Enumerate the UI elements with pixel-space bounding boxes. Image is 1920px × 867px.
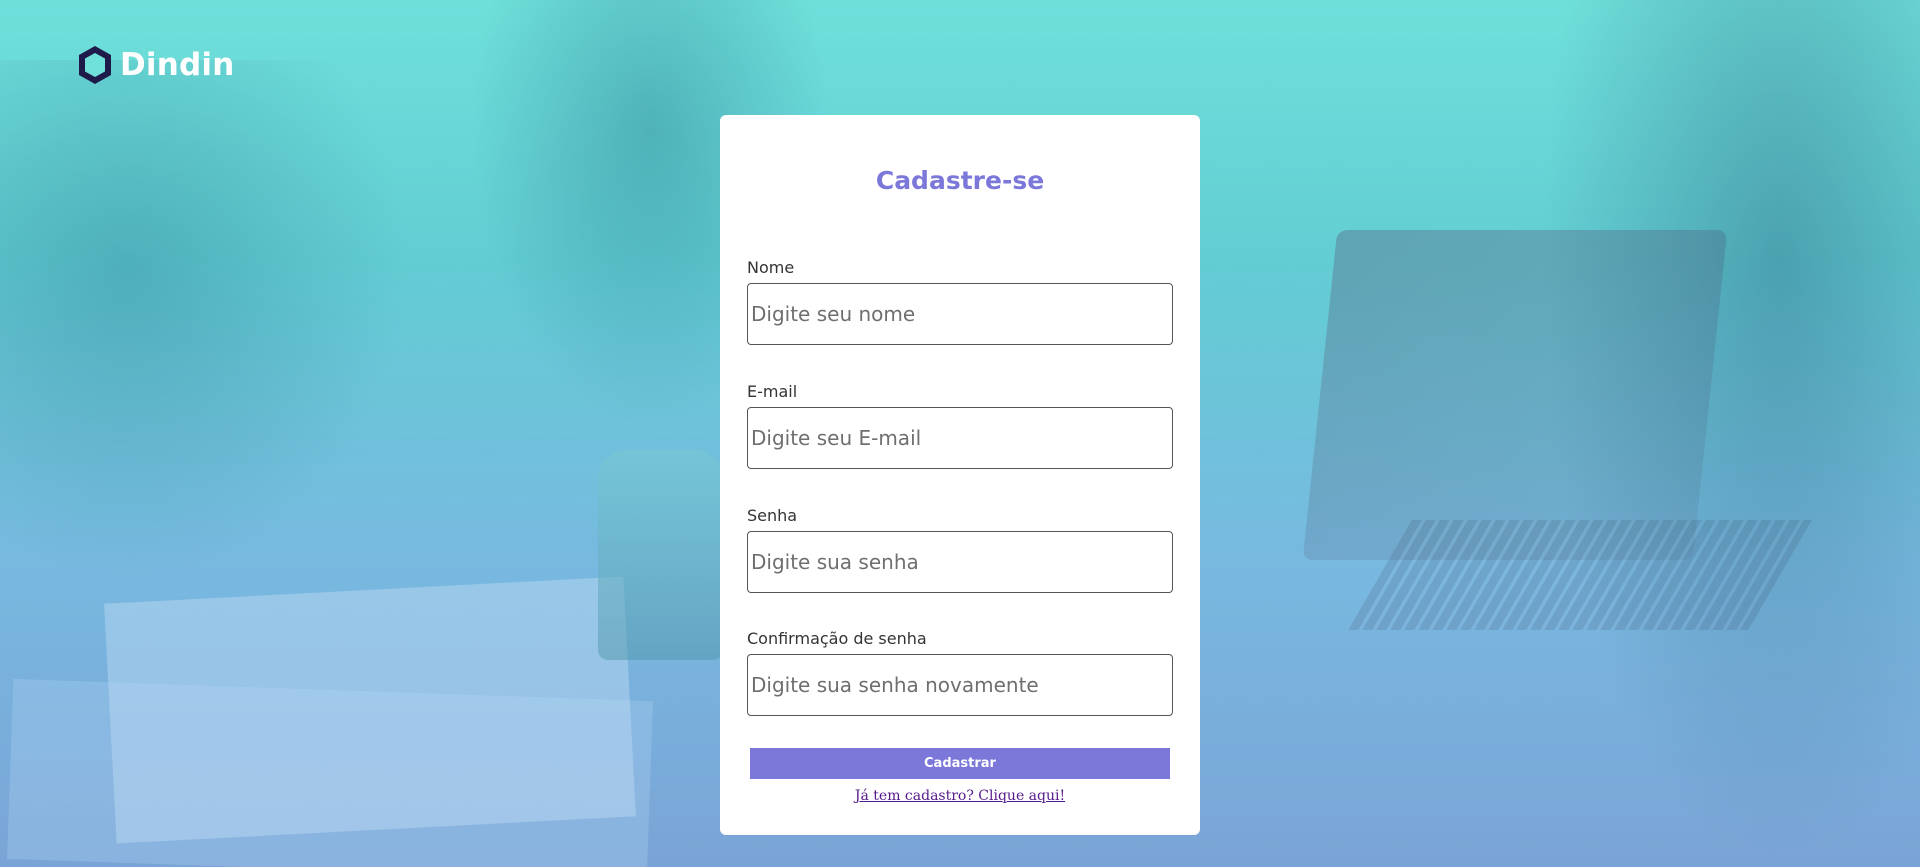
hexagon-logo-icon	[79, 46, 111, 84]
login-link[interactable]: Já tem cadastro? Clique aqui!	[855, 788, 1065, 804]
password-confirmation-field-group: Confirmação de senha	[747, 629, 1173, 716]
password-label: Senha	[747, 506, 798, 525]
email-label: E-mail	[747, 382, 798, 401]
signup-submit-button[interactable]: Cadastrar	[750, 748, 1170, 779]
page-title: Cadastre-se	[875, 166, 1045, 195]
email-field-group: E-mail	[747, 382, 1173, 469]
background-photo-laptop	[1302, 230, 1728, 560]
background-photo-keyboard	[1348, 520, 1812, 630]
password-input[interactable]	[747, 531, 1173, 593]
email-input[interactable]	[747, 407, 1173, 469]
background-photo-person-right	[1540, 0, 1920, 867]
brand-logo: Dindin	[76, 44, 235, 86]
background-photo-paper	[7, 678, 653, 867]
background-photo-person-left	[0, 60, 410, 580]
password-field-group: Senha	[747, 506, 1173, 593]
name-field-group: Nome	[747, 258, 1173, 345]
name-input[interactable]	[747, 283, 1173, 345]
brand-name: Dindin	[120, 47, 235, 83]
password-confirmation-label: Confirmação de senha	[747, 629, 927, 648]
background-photo-glass	[598, 450, 723, 660]
name-label: Nome	[747, 258, 795, 277]
password-confirmation-input[interactable]	[747, 654, 1173, 716]
login-link-container: Já tem cadastro? Clique aqui!	[0, 787, 1920, 805]
signup-card	[720, 115, 1200, 835]
